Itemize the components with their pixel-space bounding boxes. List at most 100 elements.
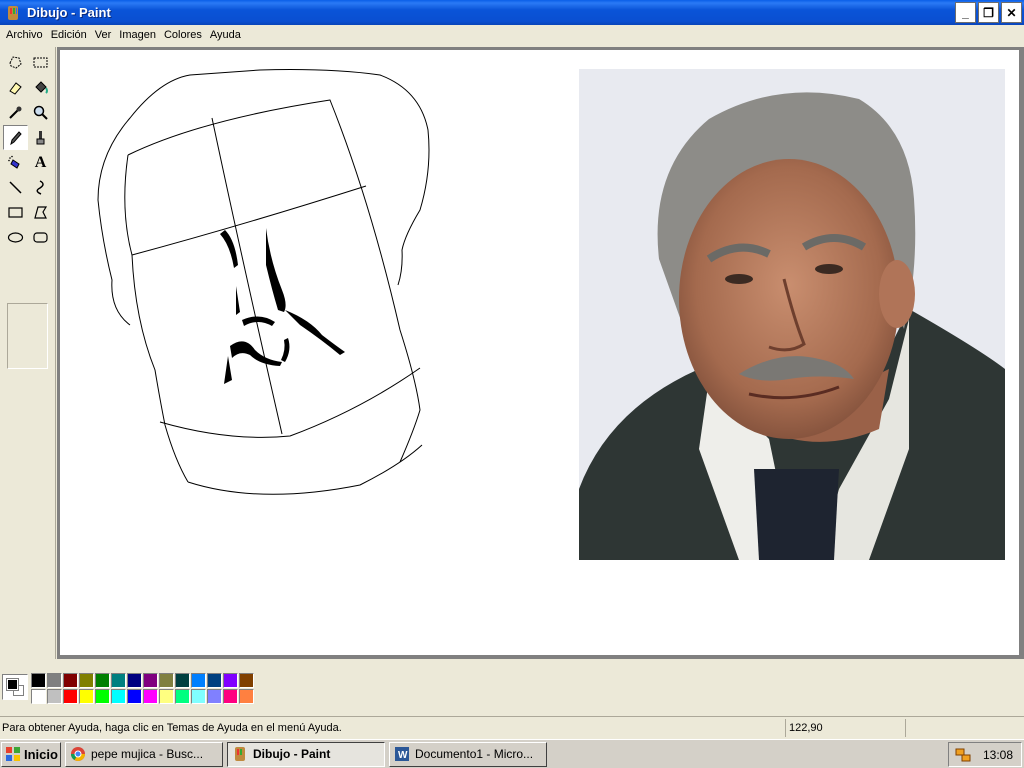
polygon-icon: [34, 206, 48, 219]
color-swatch[interactable]: [31, 673, 46, 688]
magnifier-tool[interactable]: [28, 100, 53, 125]
restore-button[interactable]: ❐: [978, 2, 999, 23]
color-swatch[interactable]: [79, 689, 94, 704]
paint-icon: [235, 747, 245, 761]
magnifier-icon: [33, 105, 48, 120]
rectangle-icon: [8, 207, 23, 218]
taskbar: Inicio pepe mujica - Busc... Dibujo - Pa…: [0, 739, 1024, 768]
color-swatch[interactable]: [239, 689, 254, 704]
menu-ver[interactable]: Ver: [91, 26, 116, 44]
curve-tool[interactable]: [28, 175, 53, 200]
polygon-tool[interactable]: [28, 200, 53, 225]
cursor-coordinates: 122,90: [786, 718, 906, 737]
free-select-icon: [9, 56, 22, 69]
menu-archivo[interactable]: Archivo: [2, 26, 47, 44]
minimize-button[interactable]: _: [955, 2, 976, 23]
color-swatch[interactable]: [191, 689, 206, 704]
color-swatch[interactable]: [63, 689, 78, 704]
palette-swatches: [31, 673, 255, 705]
minimize-icon: _: [962, 5, 969, 20]
canvas-area: [57, 47, 1024, 659]
color-picker-icon: [9, 106, 22, 119]
color-swatch[interactable]: [207, 673, 222, 688]
color-swatch[interactable]: [47, 673, 62, 688]
color-swatch[interactable]: [111, 689, 126, 704]
color-swatch[interactable]: [127, 689, 142, 704]
rect-select-tool[interactable]: [28, 50, 53, 75]
network-icon[interactable]: [955, 747, 971, 763]
rectangle-tool[interactable]: [3, 200, 28, 225]
word-icon: W: [395, 747, 409, 761]
color-swatch[interactable]: [159, 673, 174, 688]
color-swatch[interactable]: [175, 673, 190, 688]
color-swatch[interactable]: [127, 673, 142, 688]
task-word[interactable]: W Documento1 - Micro...: [389, 741, 547, 767]
color-swatch[interactable]: [175, 689, 190, 704]
color-swatch[interactable]: [95, 673, 110, 688]
task-chrome-label: pepe mujica - Busc...: [91, 747, 204, 761]
color-swatch[interactable]: [223, 673, 238, 688]
paint-app-icon: [8, 5, 18, 20]
color-picker-tool[interactable]: [3, 100, 28, 125]
text-icon: A: [34, 153, 47, 171]
color-swatch[interactable]: [47, 689, 62, 704]
windows-logo-icon: [6, 747, 20, 761]
color-swatch[interactable]: [207, 689, 222, 704]
ellipse-icon: [7, 232, 24, 243]
curve-icon: [36, 180, 44, 195]
color-swatch[interactable]: [223, 689, 238, 704]
airbrush-tool[interactable]: [3, 150, 28, 175]
rect-select-icon: [33, 57, 48, 68]
close-button[interactable]: ✕: [1001, 2, 1022, 23]
free-select-tool[interactable]: [3, 50, 28, 75]
text-tool[interactable]: A: [28, 150, 53, 175]
menu-bar: Archivo Edición Ver Imagen Colores Ayuda: [0, 25, 1024, 45]
menu-imagen[interactable]: Imagen: [115, 26, 160, 44]
current-colors[interactable]: [2, 674, 28, 700]
task-word-label: Documento1 - Micro...: [415, 747, 534, 761]
fill-bucket-icon: [35, 81, 48, 94]
color-swatch[interactable]: [239, 673, 254, 688]
status-help-text: Para obtener Ayuda, haga clic en Temas d…: [0, 718, 786, 737]
task-chrome[interactable]: pepe mujica - Busc...: [65, 741, 223, 767]
menu-ayuda[interactable]: Ayuda: [206, 26, 245, 44]
task-paint[interactable]: Dibujo - Paint: [227, 741, 385, 767]
task-paint-label: Dibujo - Paint: [253, 747, 331, 761]
tool-options-box[interactable]: [7, 303, 48, 369]
color-swatch[interactable]: [95, 689, 110, 704]
svg-text:W: W: [398, 750, 408, 761]
system-tray: 13:08: [948, 742, 1022, 767]
drawing-canvas[interactable]: [60, 50, 1019, 655]
menu-colores[interactable]: Colores: [160, 26, 206, 44]
eraser-tool[interactable]: [3, 75, 28, 100]
clock[interactable]: 13:08: [983, 748, 1013, 762]
title-bar: Dibujo - Paint _ ❐ ✕: [0, 0, 1024, 25]
ellipse-tool[interactable]: [3, 225, 28, 250]
color-swatch[interactable]: [143, 689, 158, 704]
rounded-rect-tool[interactable]: [28, 225, 53, 250]
color-palette: [0, 664, 1024, 710]
fill-tool[interactable]: [28, 75, 53, 100]
color-swatch[interactable]: [191, 673, 206, 688]
color-swatch[interactable]: [63, 673, 78, 688]
line-tool[interactable]: [3, 175, 28, 200]
restore-icon: ❐: [983, 5, 994, 20]
color-swatch[interactable]: [143, 673, 158, 688]
toolbox: A: [0, 47, 56, 659]
start-label: Inicio: [24, 746, 58, 762]
line-icon: [9, 181, 22, 194]
status-bar: Para obtener Ayuda, haga clic en Temas d…: [0, 716, 1024, 738]
menu-edicion[interactable]: Edición: [47, 26, 91, 44]
chrome-icon: [71, 747, 85, 761]
close-icon: ✕: [1006, 5, 1017, 20]
brush-tool[interactable]: [28, 125, 53, 150]
airbrush-icon: [8, 155, 20, 169]
color-swatch[interactable]: [159, 689, 174, 704]
color-swatch[interactable]: [79, 673, 94, 688]
pencil-tool[interactable]: [3, 125, 28, 150]
brush-icon: [36, 131, 45, 145]
start-button[interactable]: Inicio: [1, 741, 61, 767]
color-swatch[interactable]: [31, 689, 46, 704]
eraser-icon: [9, 82, 22, 95]
color-swatch[interactable]: [111, 673, 126, 688]
